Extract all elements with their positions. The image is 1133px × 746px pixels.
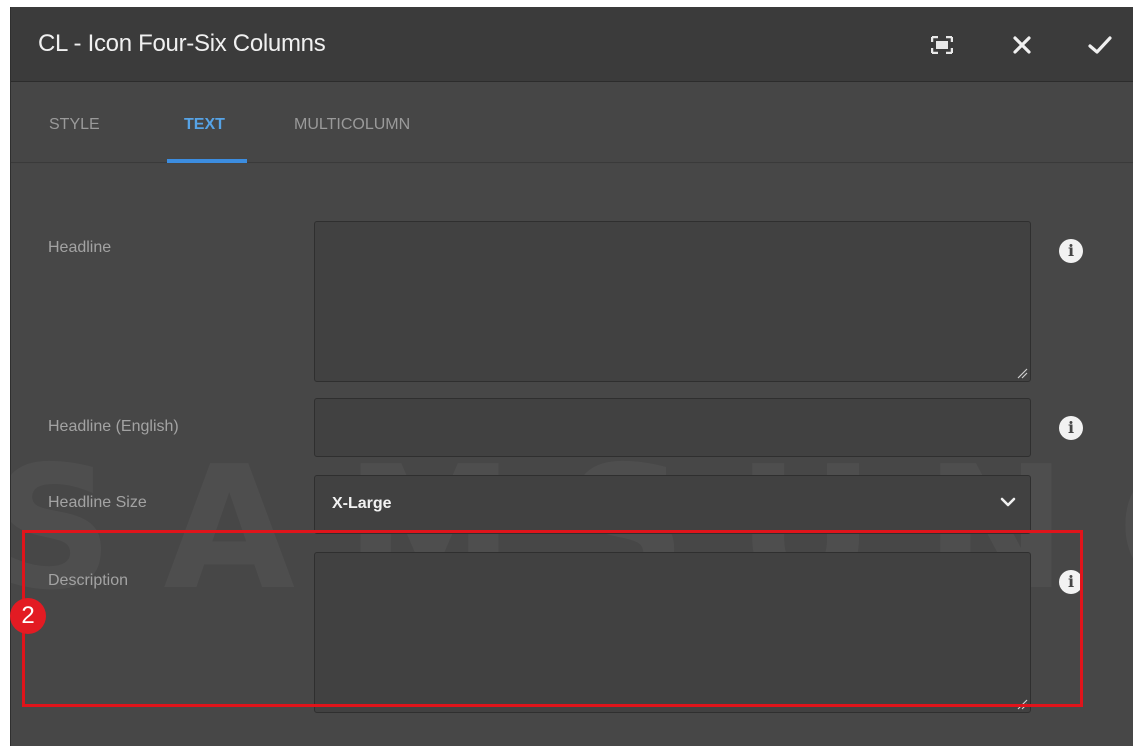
headline-info-icon[interactable]: i bbox=[1059, 239, 1083, 263]
headline-size-value: X-Large bbox=[332, 495, 392, 512]
dialog-header: CL - Icon Four-Six Columns bbox=[11, 7, 1133, 82]
tab-text[interactable]: TEXT bbox=[184, 116, 225, 134]
headline-size-select[interactable]: X-Large bbox=[314, 475, 1031, 534]
fullscreen-icon bbox=[931, 36, 953, 54]
dialog: CL - Icon Four-Six Columns STYLE TEXT MU… bbox=[10, 7, 1133, 746]
description-textarea[interactable] bbox=[314, 552, 1031, 713]
chevron-down-icon bbox=[1000, 497, 1016, 507]
step-badge: 2 bbox=[10, 598, 46, 634]
description-label: Description bbox=[48, 572, 129, 589]
tab-multicolumn[interactable]: MULTICOLUMN bbox=[294, 116, 410, 134]
headline-english-info-icon[interactable]: i bbox=[1059, 416, 1083, 440]
checkmark-icon bbox=[1088, 36, 1112, 54]
tab-style[interactable]: STYLE bbox=[49, 116, 100, 134]
active-tab-indicator bbox=[167, 159, 247, 163]
close-icon bbox=[1013, 36, 1031, 54]
done-button[interactable] bbox=[1084, 29, 1116, 61]
description-info-icon[interactable]: i bbox=[1059, 570, 1083, 594]
resize-grip-icon bbox=[1017, 368, 1028, 379]
headline-textarea[interactable] bbox=[314, 221, 1031, 382]
dialog-title: CL - Icon Four-Six Columns bbox=[38, 30, 326, 57]
resize-grip-icon bbox=[1017, 699, 1028, 710]
tab-bar: STYLE TEXT MULTICOLUMN bbox=[11, 82, 1133, 163]
fullscreen-button[interactable] bbox=[926, 29, 958, 61]
close-button[interactable] bbox=[1006, 29, 1038, 61]
headline-english-input[interactable] bbox=[314, 398, 1031, 457]
headline-size-label: Headline Size bbox=[48, 494, 147, 511]
form-content: SAMSUNG Headline i Headline (English) i … bbox=[11, 164, 1133, 746]
headline-english-label: Headline (English) bbox=[48, 418, 179, 435]
headline-label: Headline bbox=[48, 239, 112, 256]
